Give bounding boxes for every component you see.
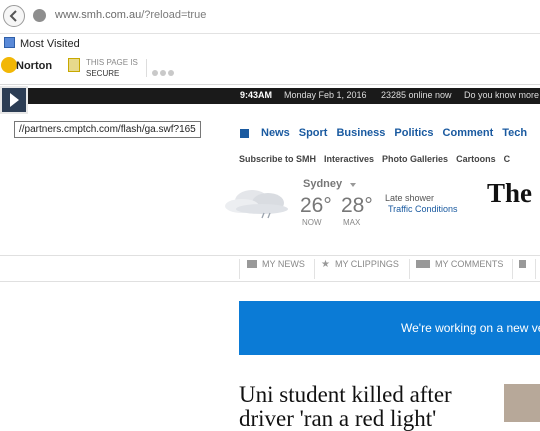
temp-now: 26° — [300, 194, 332, 217]
flash-play-button[interactable] — [0, 86, 28, 114]
temp-now-label: NOW — [302, 218, 322, 227]
my-clippings-link[interactable]: ★ MY CLIPPINGS — [321, 259, 399, 279]
my-comments-label: MY COMMENTS — [435, 259, 504, 269]
more-options-icon[interactable] — [152, 63, 176, 81]
norton-check-icon — [1, 57, 17, 73]
subnav-interactives[interactable]: Interactives — [324, 154, 374, 164]
strip-promo-link[interactable]: Do you know more — [464, 90, 539, 100]
back-arrow-icon — [9, 10, 17, 22]
nav-politics[interactable]: Politics — [394, 127, 433, 139]
subnav-photo-galleries[interactable]: Photo Galleries — [382, 154, 448, 164]
strip-date: Monday Feb 1, 2016 — [284, 90, 367, 100]
lead-headline[interactable]: Uni student killed after driver 'ran a r… — [239, 383, 499, 431]
subnav-more[interactable]: C — [504, 154, 511, 164]
link-tooltip: //partners.cmptch.com/flash/ga.swf?165 — [14, 121, 201, 138]
divider — [535, 259, 536, 279]
masthead-logo[interactable]: The S — [487, 178, 540, 209]
divider — [409, 259, 410, 279]
cloud-rain-icon — [225, 190, 288, 219]
secure-status[interactable]: THIS PAGE IS SECURE — [86, 57, 138, 79]
toolbar-divider — [146, 59, 147, 77]
nav-business[interactable]: Business — [336, 127, 385, 139]
temp-max: 28° — [341, 194, 373, 217]
divider — [0, 281, 540, 282]
most-visited-bookmark[interactable]: Most Visited — [20, 38, 80, 50]
secure-line1: THIS PAGE IS — [86, 58, 138, 67]
norton-button[interactable]: Norton — [16, 60, 52, 72]
secure-line2: SECURE — [86, 69, 120, 78]
headline-photo[interactable] — [504, 384, 540, 422]
site-identity-icon[interactable] — [33, 9, 46, 22]
url-host: www.smh.com.au — [55, 9, 142, 21]
my-clippings-label: MY CLIPPINGS — [334, 259, 399, 269]
traffic-conditions-link[interactable]: Traffic Conditions — [388, 204, 458, 214]
bookmarks-bar — [0, 33, 540, 54]
divider — [512, 259, 513, 279]
weather-city[interactable]: Sydney — [303, 178, 342, 190]
nav-news[interactable]: News — [261, 127, 290, 139]
back-button[interactable] — [3, 5, 25, 27]
star-icon: ★ — [321, 259, 330, 270]
most-visited-icon — [4, 37, 15, 48]
subnav-cartoons[interactable]: Cartoons — [456, 154, 496, 164]
city-dropdown-icon[interactable] — [350, 183, 356, 187]
comments-icon — [416, 260, 430, 268]
strip-online-count: 23285 online now — [381, 90, 452, 100]
divider — [0, 255, 540, 256]
nav-comment[interactable]: Comment — [443, 127, 494, 139]
nav-tech[interactable]: Tech — [502, 127, 527, 139]
url-path: /?reload=true — [141, 9, 207, 21]
my-comments-link[interactable]: MY COMMENTS — [416, 259, 503, 279]
divider — [314, 259, 315, 279]
sub-nav: Subscribe to SMH Interactives Photo Galler… — [239, 154, 518, 164]
norton-toolbar — [0, 54, 540, 85]
play-icon — [10, 93, 19, 107]
main-nav: News Sport Business Politics Comment Tech — [261, 127, 536, 143]
news-icon — [247, 260, 257, 268]
secure-badge-icon — [68, 58, 80, 72]
home-icon[interactable] — [240, 129, 249, 138]
subnav-subscribe[interactable]: Subscribe to SMH — [239, 154, 316, 164]
nav-sport[interactable]: Sport — [299, 127, 328, 139]
weather-forecast: Late shower — [385, 193, 435, 203]
divider — [239, 259, 240, 279]
trophy-icon[interactable] — [519, 259, 531, 279]
my-news-link[interactable]: MY NEWS — [247, 259, 305, 279]
temp-max-label: MAX — [343, 218, 361, 227]
url-field[interactable]: www.smh.com.au/?reload=true — [55, 9, 206, 21]
notice-banner-text: We're working on a new ve — [401, 321, 540, 335]
my-news-label: MY NEWS — [262, 259, 305, 269]
strip-time: 9:43AM — [240, 90, 273, 100]
